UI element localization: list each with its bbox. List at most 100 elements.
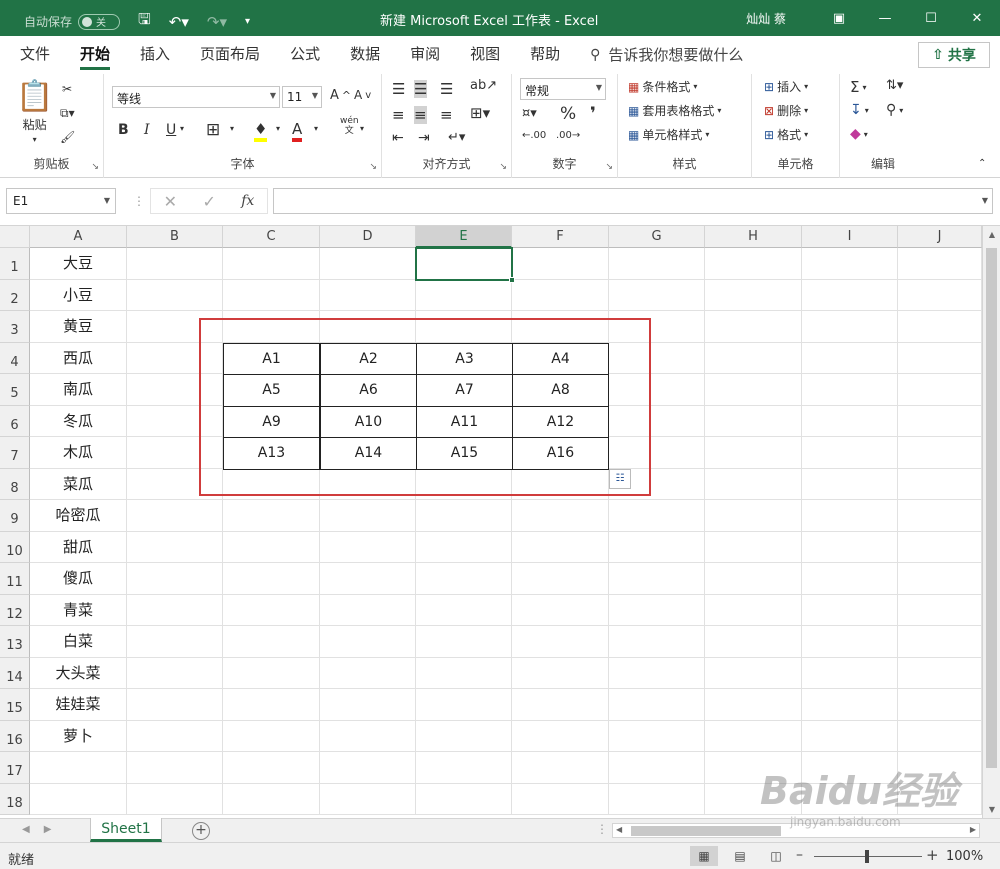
ribbon-display-options-icon[interactable]: ▣	[816, 11, 862, 26]
wrap-text-icon[interactable]: ↵▾	[448, 130, 465, 145]
cell-j15[interactable]	[898, 689, 982, 721]
cell-c1[interactable]	[223, 248, 320, 280]
cell-g14[interactable]	[609, 657, 705, 689]
row-header-10[interactable]: 10	[0, 531, 30, 563]
vertical-scroll-thumb[interactable]	[986, 248, 997, 768]
cell-h14[interactable]	[705, 657, 802, 689]
cell-c13[interactable]	[223, 626, 320, 658]
merge-center-icon[interactable]: ⊞▾	[470, 104, 490, 122]
cell-a6[interactable]: 冬瓜	[30, 405, 127, 437]
column-header-f[interactable]: F	[512, 226, 609, 248]
row-header-2[interactable]: 2	[0, 279, 30, 311]
row-header-9[interactable]: 9	[0, 500, 30, 532]
cell-j10[interactable]	[898, 531, 982, 563]
borders-dropdown-icon[interactable]: ▾	[230, 124, 234, 133]
cell-j7[interactable]	[898, 437, 982, 469]
cell-g1[interactable]	[609, 248, 705, 280]
cell-d2[interactable]	[320, 279, 416, 311]
cell-a10[interactable]: 甜瓜	[30, 531, 127, 563]
increase-indent-icon[interactable]: ⇥	[418, 130, 430, 146]
cell-i9[interactable]	[802, 500, 898, 532]
orientation-icon[interactable]: ab↗	[470, 78, 497, 93]
cell-g17[interactable]	[609, 752, 705, 784]
cell-b15[interactable]	[127, 689, 223, 721]
horizontal-scroll-thumb[interactable]	[631, 826, 781, 836]
font-color-dropdown-icon[interactable]: ▾	[314, 124, 318, 133]
cancel-icon[interactable]: ✕	[164, 192, 177, 211]
redo-icon[interactable]: ↷▾	[207, 13, 227, 31]
cell-j11[interactable]	[898, 563, 982, 595]
cell-c14[interactable]	[223, 657, 320, 689]
cell-h5[interactable]	[705, 374, 802, 406]
format-as-table-button[interactable]: ▦ 套用表格格式 ▾	[628, 102, 721, 119]
cell-a9[interactable]: 哈密瓜	[30, 500, 127, 532]
select-all-corner[interactable]	[0, 226, 30, 248]
cell-a3[interactable]: 黄豆	[30, 311, 127, 343]
cell-c10[interactable]	[223, 531, 320, 563]
cell-i2[interactable]	[802, 279, 898, 311]
cell-i13[interactable]	[802, 626, 898, 658]
cell-a14[interactable]: 大头菜	[30, 657, 127, 689]
fill-color-dropdown-icon[interactable]: ▾	[276, 124, 280, 133]
zoom-level[interactable]: 100%	[946, 849, 983, 864]
cell-b13[interactable]	[127, 626, 223, 658]
active-cell-selection[interactable]	[415, 247, 515, 283]
cell-j9[interactable]	[898, 500, 982, 532]
row-header-14[interactable]: 14	[0, 657, 30, 689]
cell-g15[interactable]	[609, 689, 705, 721]
fill-color-icon[interactable]: ♦	[254, 120, 268, 142]
cell-a7[interactable]: 木瓜	[30, 437, 127, 469]
cell-e16[interactable]	[416, 720, 512, 752]
cell-c17[interactable]	[223, 752, 320, 784]
cell-b10[interactable]	[127, 531, 223, 563]
cell-a18[interactable]	[30, 783, 127, 815]
cell-i12[interactable]	[802, 594, 898, 626]
close-icon[interactable]: ✕	[954, 11, 1000, 26]
scroll-up-icon[interactable]: ▲	[983, 230, 1000, 239]
autosave-toggle[interactable]: 关	[78, 13, 121, 30]
page-layout-view-icon[interactable]: ▤	[726, 846, 754, 866]
cell-h12[interactable]	[705, 594, 802, 626]
cell-i10[interactable]	[802, 531, 898, 563]
phonetic-dropdown-icon[interactable]: ▾	[360, 124, 364, 133]
row-header-1[interactable]: 1	[0, 248, 30, 280]
cell-g16[interactable]	[609, 720, 705, 752]
percent-icon[interactable]: %	[560, 104, 576, 124]
cell-b17[interactable]	[127, 752, 223, 784]
scroll-right-icon[interactable]: ▶	[970, 825, 976, 834]
zoom-out-button[interactable]: –	[796, 847, 803, 863]
comma-style-icon[interactable]: ❜	[590, 104, 596, 124]
row-header-3[interactable]: 3	[0, 311, 30, 343]
cell-e18[interactable]	[416, 783, 512, 815]
row-header-17[interactable]: 17	[0, 752, 30, 784]
cell-a11[interactable]: 傻瓜	[30, 563, 127, 595]
cell-c16[interactable]	[223, 720, 320, 752]
clear-icon[interactable]: ◆ ▾	[850, 126, 868, 142]
tab-insert[interactable]: 插入	[140, 36, 170, 74]
cell-e9[interactable]	[416, 500, 512, 532]
cell-a12[interactable]: 青菜	[30, 594, 127, 626]
column-header-e[interactable]: E	[416, 226, 512, 248]
cell-g10[interactable]	[609, 531, 705, 563]
cell-i1[interactable]	[802, 248, 898, 280]
find-select-icon[interactable]: ⚲ ▾	[886, 102, 903, 118]
cell-a1[interactable]: 大豆	[30, 248, 127, 280]
row-header-16[interactable]: 16	[0, 720, 30, 752]
cell-h6[interactable]	[705, 405, 802, 437]
tab-formulas[interactable]: 公式	[290, 36, 320, 74]
align-left-icon[interactable]: ≡	[392, 106, 405, 124]
zoom-slider-knob[interactable]	[865, 850, 869, 863]
undo-icon[interactable]: ↶▾	[169, 13, 189, 31]
align-right-icon[interactable]: ≡	[440, 106, 453, 124]
cell-d14[interactable]	[320, 657, 416, 689]
borders-icon[interactable]: ⊞	[206, 120, 220, 140]
paste-options-icon[interactable]: ☷	[609, 469, 631, 489]
cell-i5[interactable]	[802, 374, 898, 406]
minimize-icon[interactable]: —	[862, 11, 908, 26]
cell-e12[interactable]	[416, 594, 512, 626]
cell-h9[interactable]	[705, 500, 802, 532]
cell-j6[interactable]	[898, 405, 982, 437]
customize-toolbar-icon[interactable]: ▾	[245, 16, 250, 27]
cell-b9[interactable]	[127, 500, 223, 532]
cell-h8[interactable]	[705, 468, 802, 500]
